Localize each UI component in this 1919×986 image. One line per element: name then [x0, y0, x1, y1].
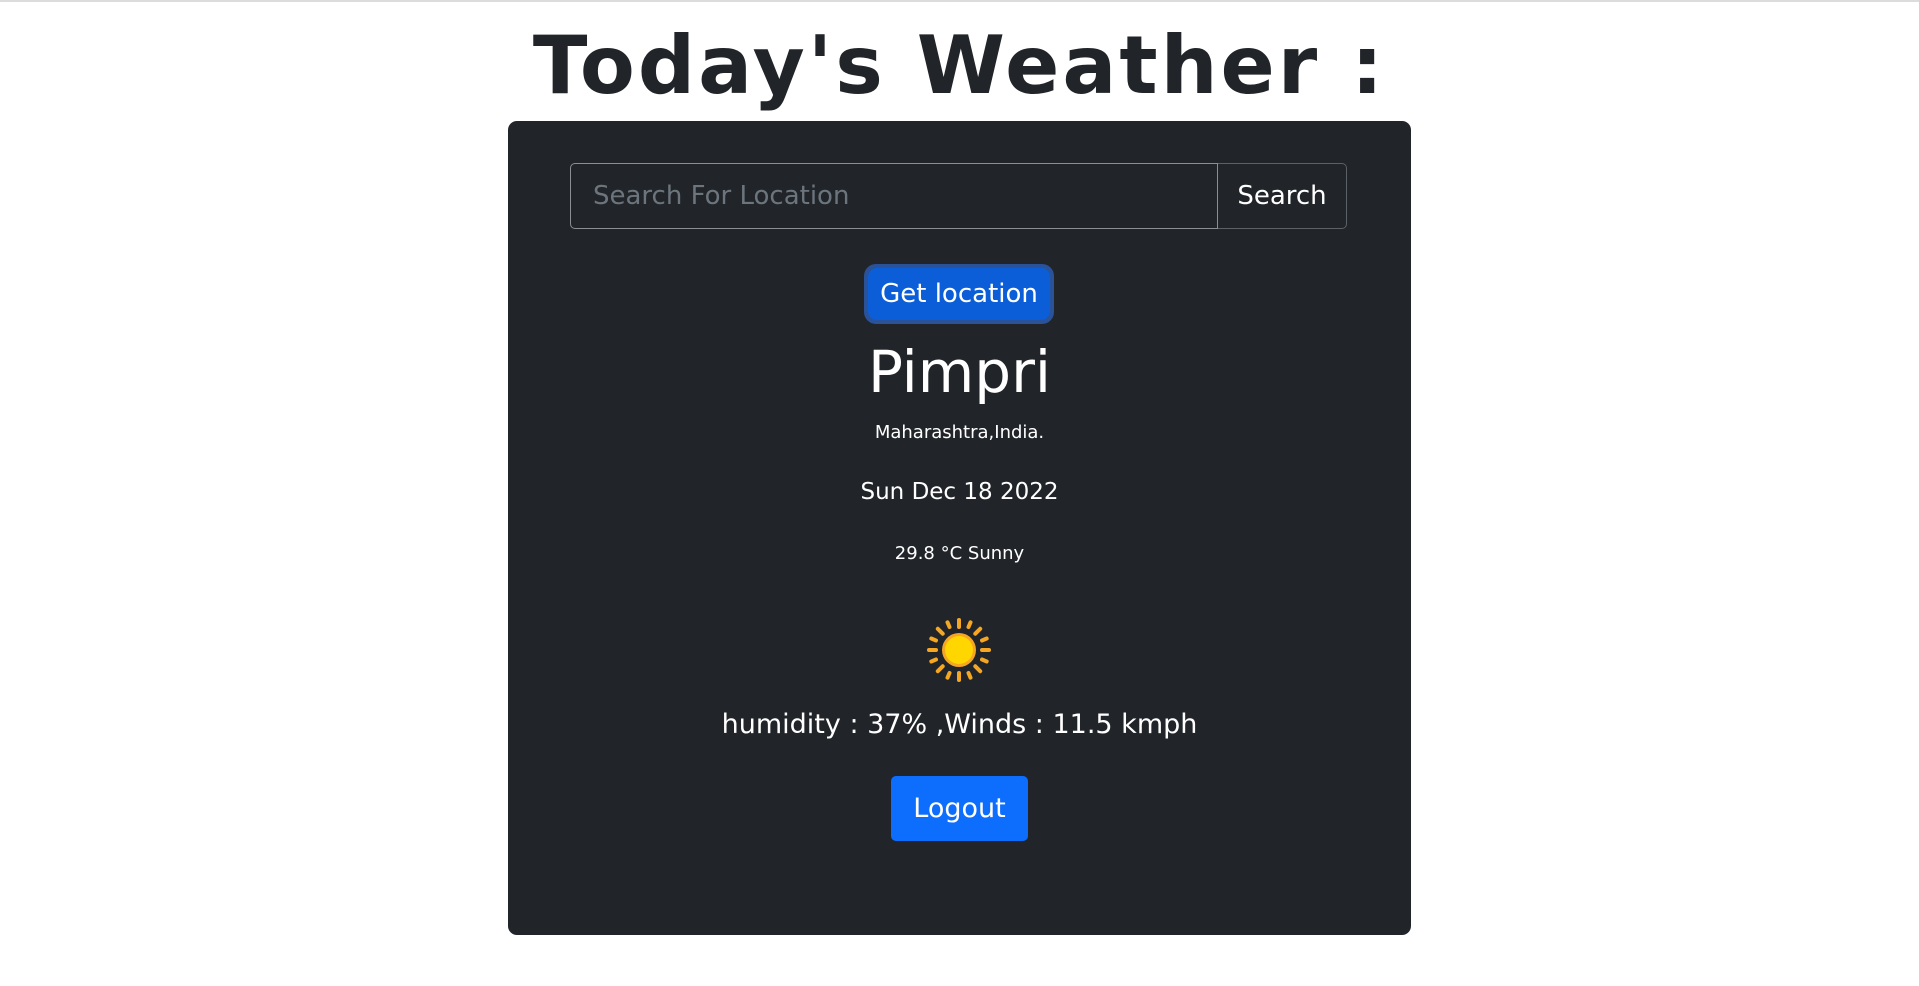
logout-button[interactable]: Logout	[891, 776, 1028, 841]
top-border	[0, 0, 1919, 2]
sun-icon	[927, 618, 991, 682]
get-location-button[interactable]: Get location	[868, 268, 1050, 320]
search-button[interactable]: Search	[1218, 163, 1347, 229]
weather-card: Search Get location Pimpri Maharashtra,I…	[508, 121, 1411, 935]
date-text: Sun Dec 18 2022	[860, 479, 1059, 505]
weather-details: humidity : 37% ,Winds : 11.5 kmph	[721, 709, 1198, 740]
search-bar: Search	[570, 163, 1347, 229]
region-text: Maharashtra,India.	[874, 422, 1045, 443]
temperature-condition: 29.8 °C Sunny	[894, 543, 1025, 564]
get-location-focus-ring: Get location	[864, 264, 1054, 324]
city-name: Pimpri	[867, 338, 1052, 406]
search-input[interactable]	[570, 163, 1218, 229]
page-title: Today's Weather :	[532, 19, 1387, 112]
